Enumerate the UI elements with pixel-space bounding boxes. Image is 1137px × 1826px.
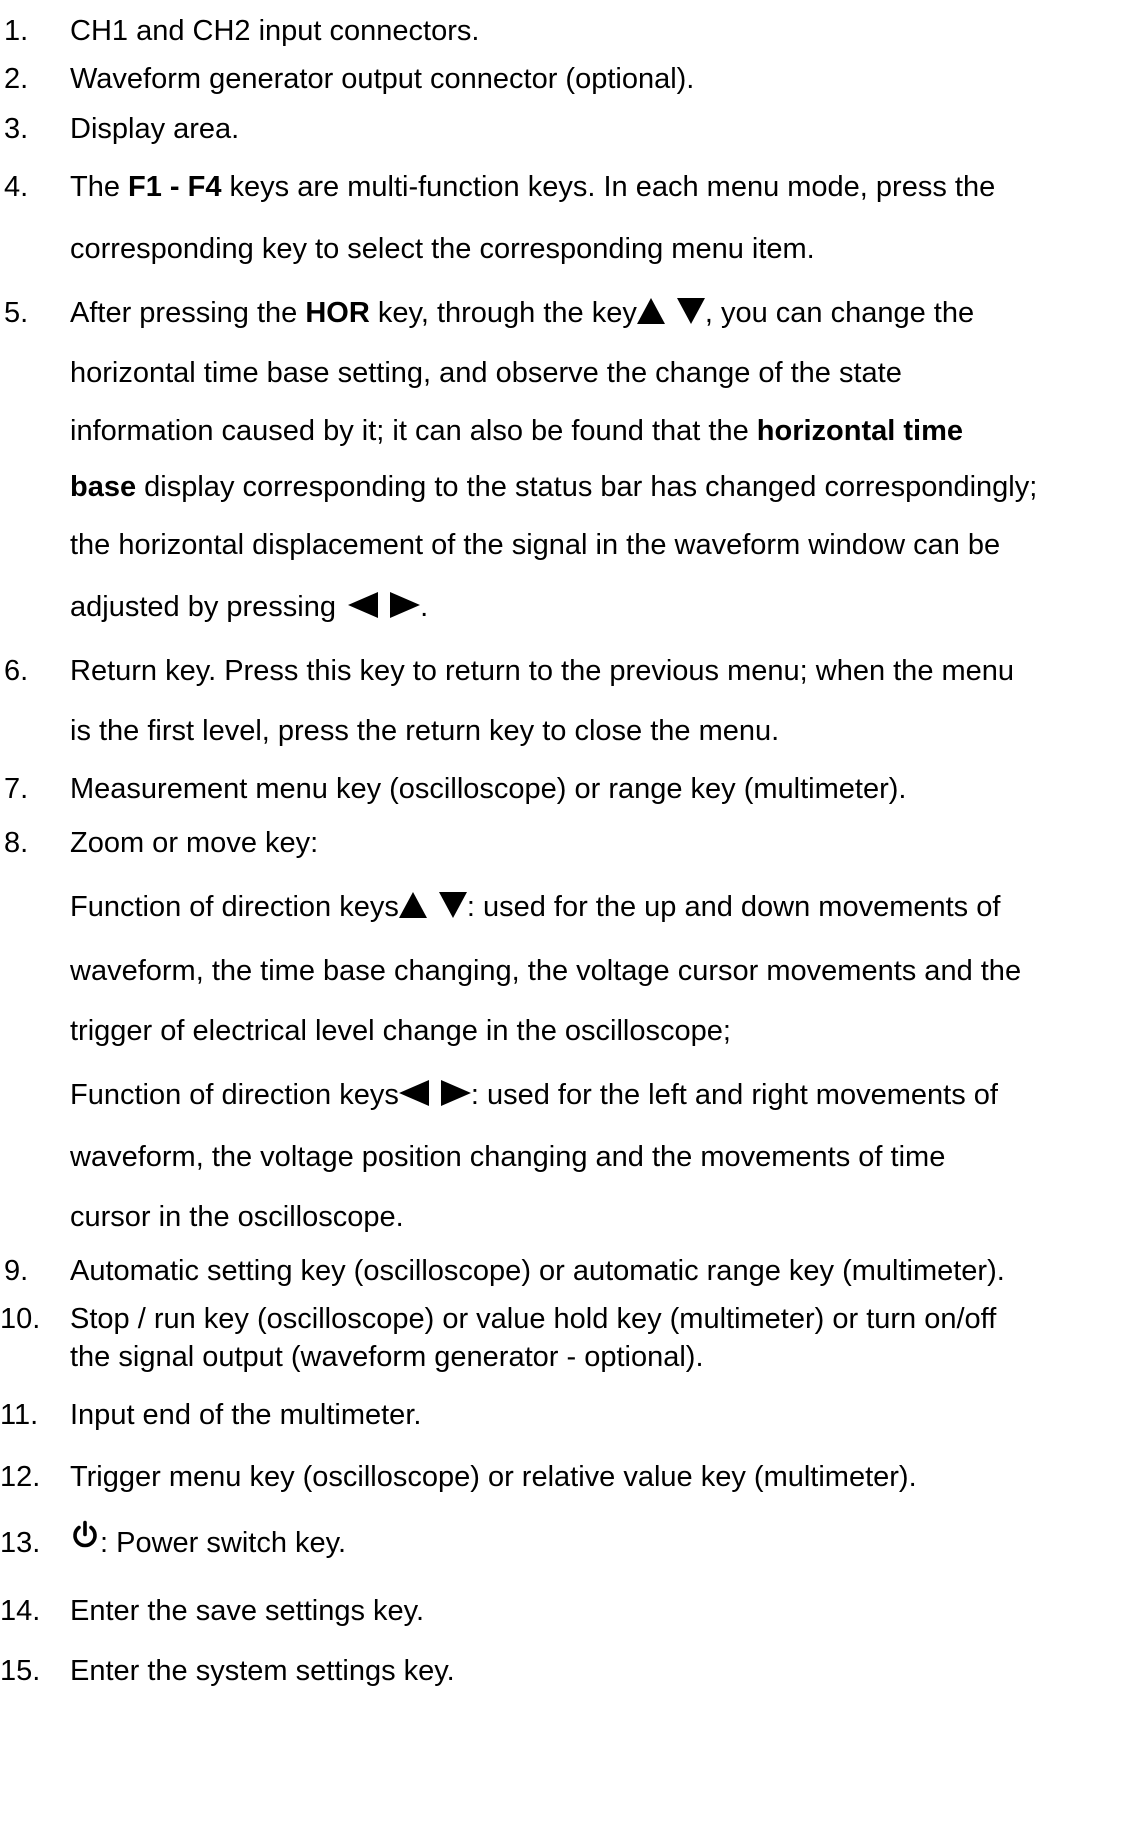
- item-text: Automatic setting key (oscilloscope) or …: [70, 1255, 1005, 1287]
- item-number: 6.: [4, 655, 29, 687]
- item-text: is the first level, press the return key…: [70, 715, 780, 747]
- item-text: Stop / run key (oscilloscope) or value h…: [70, 1303, 997, 1335]
- item-text: Display area.: [70, 113, 240, 145]
- item-number: 8.: [4, 827, 29, 859]
- item-text: the horizontal displacement of the signa…: [70, 529, 1001, 561]
- item-text: corresponding key to select the correspo…: [70, 233, 815, 265]
- item-number: 14.: [0, 1595, 41, 1627]
- item-text: waveform, the time base changing, the vo…: [70, 955, 1022, 987]
- left-triangle-icon: [348, 592, 379, 619]
- item-text: Function of direction keys: used for the…: [70, 1079, 998, 1111]
- item-text: base display corresponding to the status…: [70, 471, 1038, 503]
- item-text: Zoom or move key:: [70, 827, 319, 859]
- item-number: 3.: [4, 113, 29, 145]
- up-triangle-icon: [636, 298, 665, 325]
- down-triangle-icon: [438, 892, 467, 919]
- item-text: Function of direction keys: used for the…: [70, 891, 1001, 923]
- item-text: trigger of electrical level change in th…: [70, 1015, 731, 1047]
- item-text: Input end of the multimeter.: [70, 1399, 422, 1431]
- item-number: 7.: [4, 773, 29, 805]
- item-number: 9.: [4, 1255, 29, 1287]
- item-text: Enter the system settings key.: [70, 1655, 455, 1687]
- key-name-bold: F1 - F4: [128, 171, 222, 203]
- term-bold: base: [70, 471, 137, 503]
- item-text: Return key. Press this key to return to …: [70, 655, 1015, 687]
- up-triangle-icon: [398, 892, 427, 919]
- item-text: waveform, the voltage position changing …: [70, 1141, 946, 1173]
- item-text: Enter the save settings key.: [70, 1595, 425, 1627]
- right-triangle-icon: [440, 1080, 471, 1107]
- item-text: information caused by it; it can also be…: [70, 415, 963, 447]
- item-text: cursor in the oscilloscope.: [70, 1201, 404, 1233]
- item-text: horizontal time base setting, and observ…: [70, 357, 902, 389]
- key-name-bold: HOR: [305, 297, 370, 329]
- left-triangle-icon: [398, 1080, 429, 1107]
- item-number: 4.: [4, 171, 29, 203]
- item-number: 5.: [4, 297, 29, 329]
- item-text: Measurement menu key (oscilloscope) or r…: [70, 773, 907, 805]
- item-text: Trigger menu key (oscilloscope) or relat…: [70, 1461, 917, 1493]
- item-number: 15.: [0, 1655, 41, 1687]
- down-triangle-icon: [676, 298, 705, 325]
- item-number: 10.: [0, 1303, 41, 1335]
- power-icon: [70, 1510, 100, 1572]
- item-text: the signal output (waveform generator - …: [70, 1341, 704, 1373]
- item-text: : Power switch key.: [70, 1512, 346, 1575]
- right-triangle-icon: [390, 592, 421, 619]
- item-number: 11.: [0, 1399, 39, 1431]
- item-text: adjusted by pressing .: [70, 591, 429, 623]
- item-text: The F1 - F4 keys are multi-function keys…: [70, 171, 996, 203]
- term-bold: horizontal time: [756, 415, 963, 447]
- item-number: 12.: [0, 1461, 41, 1493]
- item-text: After pressing the HOR key, through the …: [70, 297, 975, 329]
- item-number: 13.: [0, 1527, 41, 1559]
